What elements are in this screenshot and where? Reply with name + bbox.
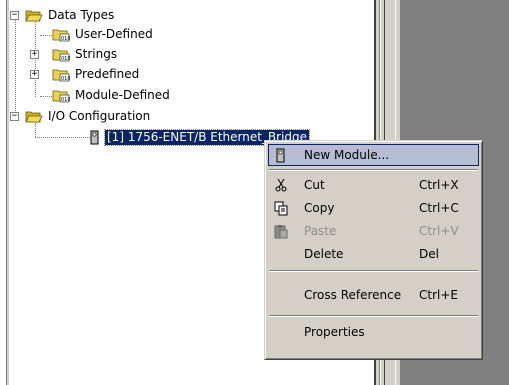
open-folder-icon xyxy=(25,8,43,23)
menu-item-new-module[interactable]: New Module... xyxy=(268,144,479,166)
tree-item-label: Strings xyxy=(75,47,118,61)
menu-separator xyxy=(269,315,478,317)
expand-icon[interactable]: + xyxy=(30,50,39,59)
scissors-icon xyxy=(268,174,294,196)
tree-item-strings[interactable]: + 010 Strings xyxy=(30,45,119,64)
collapse-icon[interactable]: − xyxy=(10,112,19,121)
menu-item-label: Properties xyxy=(304,325,365,339)
svg-text:010: 010 xyxy=(61,76,70,82)
collapse-icon[interactable]: − xyxy=(10,11,19,20)
tree-item-data-types[interactable]: − Data Types xyxy=(10,6,116,25)
menu-item-cut[interactable]: Cut Ctrl+X xyxy=(268,174,479,196)
module-icon xyxy=(90,130,100,145)
tree-item-user-defined[interactable]: 010 User-Defined xyxy=(52,25,155,44)
paste-icon xyxy=(268,220,294,242)
menu-item-paste[interactable]: Paste Ctrl+V xyxy=(268,220,479,242)
data-type-folder-icon: 010 xyxy=(52,88,71,103)
expand-icon[interactable]: + xyxy=(30,70,39,79)
svg-text:010: 010 xyxy=(61,56,70,62)
open-folder-icon xyxy=(25,109,43,124)
menu-item-shortcut: Ctrl+X xyxy=(419,178,459,192)
menu-item-label: Paste xyxy=(304,224,337,238)
menu-item-label: Delete xyxy=(304,247,344,261)
tree-item-label: Predefined xyxy=(75,67,140,81)
context-menu: New Module... Cut Ctrl+X Copy Ctrl+C Pas… xyxy=(264,140,483,360)
data-type-folder-icon: 010 xyxy=(52,47,71,62)
tree-item-label: Data Types xyxy=(48,8,115,22)
menu-item-shortcut: Del xyxy=(419,247,439,261)
menu-item-copy[interactable]: Copy Ctrl+C xyxy=(268,197,479,219)
menu-item-properties[interactable]: Properties xyxy=(268,321,479,343)
menu-separator xyxy=(269,169,478,171)
menu-item-shortcut: Ctrl+V xyxy=(419,224,459,238)
menu-item-shortcut: Ctrl+E xyxy=(419,288,458,302)
menu-item-label: Cross Reference xyxy=(304,288,402,302)
tree-item-label: I/O Configuration xyxy=(48,109,151,123)
tree-item-label: User-Defined xyxy=(75,27,153,41)
tree-item-label: Module-Defined xyxy=(75,88,170,102)
menu-item-label: Cut xyxy=(304,178,325,192)
menu-separator xyxy=(269,270,478,272)
window-left-border xyxy=(0,0,10,385)
tree-item-module-defined[interactable]: 010 Module-Defined xyxy=(52,86,172,105)
svg-text:010: 010 xyxy=(61,97,70,103)
menu-item-delete[interactable]: Delete Del xyxy=(268,243,479,265)
menu-item-label: Copy xyxy=(304,201,335,215)
menu-item-cross-reference[interactable]: Cross Reference Ctrl+E xyxy=(268,284,479,306)
svg-text:010: 010 xyxy=(61,36,70,42)
menu-item-shortcut: Ctrl+C xyxy=(419,201,459,215)
data-type-folder-icon: 010 xyxy=(52,67,71,82)
module-icon xyxy=(268,144,294,166)
tree-item-io-configuration[interactable]: − I/O Configuration xyxy=(10,107,152,126)
menu-item-label: New Module... xyxy=(304,148,390,162)
tree-item-predefined[interactable]: + 010 Predefined xyxy=(30,65,141,84)
copy-icon xyxy=(268,197,294,219)
data-type-folder-icon: 010 xyxy=(52,27,71,42)
